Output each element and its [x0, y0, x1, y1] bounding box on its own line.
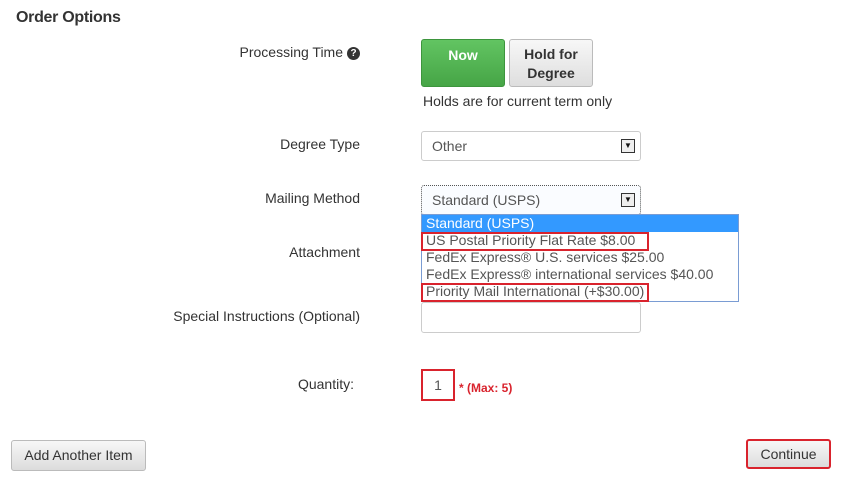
special-instructions-input[interactable] — [421, 302, 641, 333]
mailing-method-label: Mailing Method — [265, 190, 360, 206]
mailing-option[interactable]: FedEx Express® international services $4… — [422, 266, 738, 283]
processing-time-label: Processing Time? — [0, 44, 360, 60]
chevron-down-icon: ▼ — [621, 193, 635, 207]
quantity-max-note: * (Max: 5) — [459, 381, 513, 395]
hold-for-degree-button[interactable]: Hold for Degree — [509, 39, 593, 87]
mailing-method-select[interactable]: Standard (USPS) ▼ — [421, 185, 641, 215]
chevron-down-icon: ▼ — [621, 139, 635, 153]
mailing-option[interactable]: FedEx Express® U.S. services $25.00 — [422, 249, 738, 266]
special-instructions-label: Special Instructions (Optional) — [173, 308, 360, 324]
highlight-box — [421, 232, 649, 251]
processing-hint: Holds are for current term only — [423, 93, 613, 109]
degree-type-select[interactable]: Other ▼ — [421, 131, 641, 161]
quantity-label: Quantity: — [297, 376, 354, 392]
attachment-label: Attachment — [289, 244, 360, 260]
continue-button[interactable]: Continue — [746, 439, 831, 469]
help-icon[interactable]: ? — [347, 47, 360, 60]
section-title: Order Options — [16, 9, 121, 26]
now-button[interactable]: Now — [421, 39, 505, 87]
mailing-option[interactable]: Standard (USPS) — [422, 215, 738, 232]
highlight-box — [421, 283, 649, 302]
add-another-item-button[interactable]: Add Another Item — [11, 440, 146, 471]
quantity-input[interactable]: 1 — [421, 369, 455, 401]
degree-type-label: Degree Type — [280, 136, 360, 152]
